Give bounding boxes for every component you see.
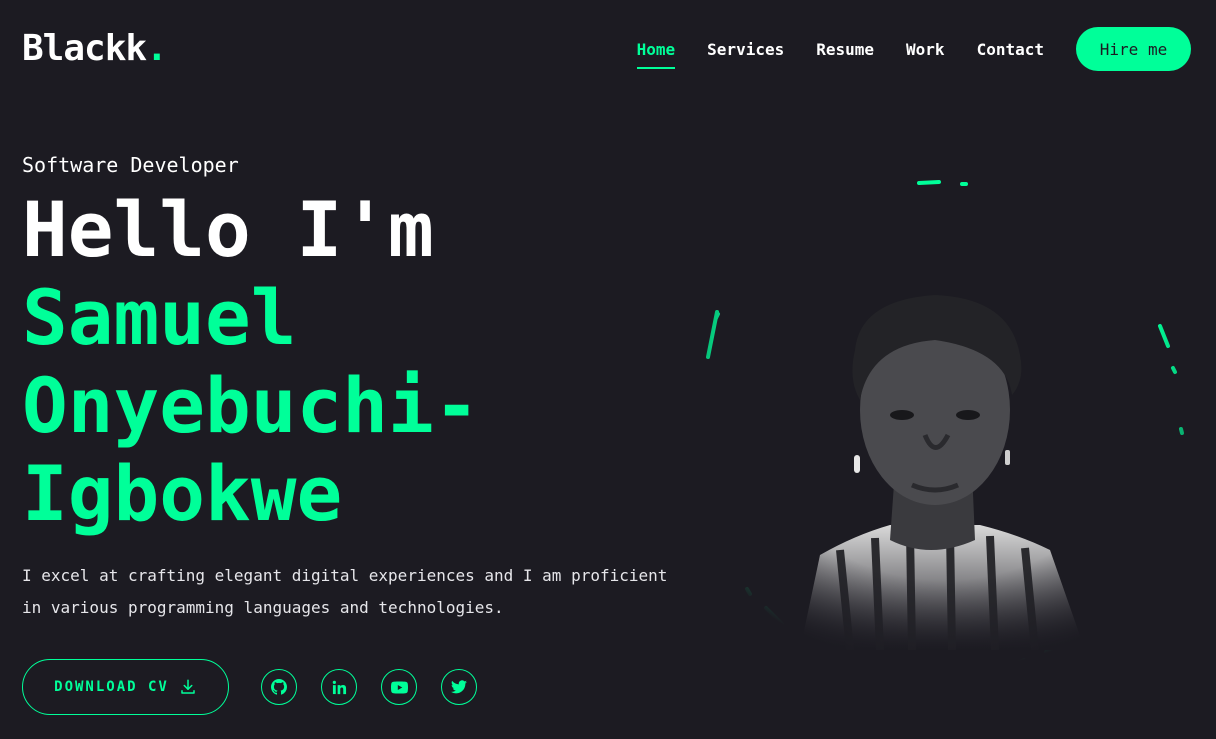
hero-intro: I excel at crafting elegant digital expe…: [22, 560, 702, 624]
hero-intro-line-1: I excel at crafting elegant digital expe…: [22, 566, 668, 585]
hire-me-button[interactable]: Hire me: [1076, 27, 1191, 71]
youtube-link[interactable]: [381, 669, 417, 705]
nav-resume[interactable]: Resume: [816, 40, 874, 59]
linkedin-link[interactable]: [321, 669, 357, 705]
twitter-icon: [451, 680, 467, 694]
github-link[interactable]: [261, 669, 297, 705]
hero-name-line-1: Samuel: [22, 273, 297, 362]
brand-logo[interactable]: Blackk.: [22, 28, 168, 69]
hero-intro-line-2: in various programming languages and tec…: [22, 598, 504, 617]
linkedin-icon: [332, 680, 346, 694]
social-links: [261, 669, 501, 705]
twitter-link[interactable]: [441, 669, 477, 705]
hero-headline: Hello I'm Samuel Onyebuchi- Igbokwe: [22, 186, 480, 538]
nav-home[interactable]: Home: [636, 40, 675, 69]
hero-greeting: Hello I'm: [22, 185, 434, 274]
hero-portrait-illustration: [690, 170, 1200, 670]
hero-name-line-2: Onyebuchi-: [22, 361, 480, 450]
download-icon: [181, 679, 195, 694]
hero-name-line-3: Igbokwe: [22, 449, 343, 538]
nav-services[interactable]: Services: [707, 40, 784, 59]
nav-contact[interactable]: Contact: [977, 40, 1044, 59]
main-nav: Home Services Resume Work Contact Hire m…: [605, 27, 1191, 71]
hero-subtitle: Software Developer: [22, 153, 239, 177]
brand-dot: .: [146, 28, 168, 69]
github-icon: [271, 679, 287, 695]
brand-name: Blackk: [22, 28, 147, 69]
youtube-icon: [390, 680, 408, 694]
download-cv-label: DOWNLOAD CV: [54, 679, 169, 695]
nav-work[interactable]: Work: [906, 40, 945, 59]
download-cv-button[interactable]: DOWNLOAD CV: [22, 659, 229, 715]
